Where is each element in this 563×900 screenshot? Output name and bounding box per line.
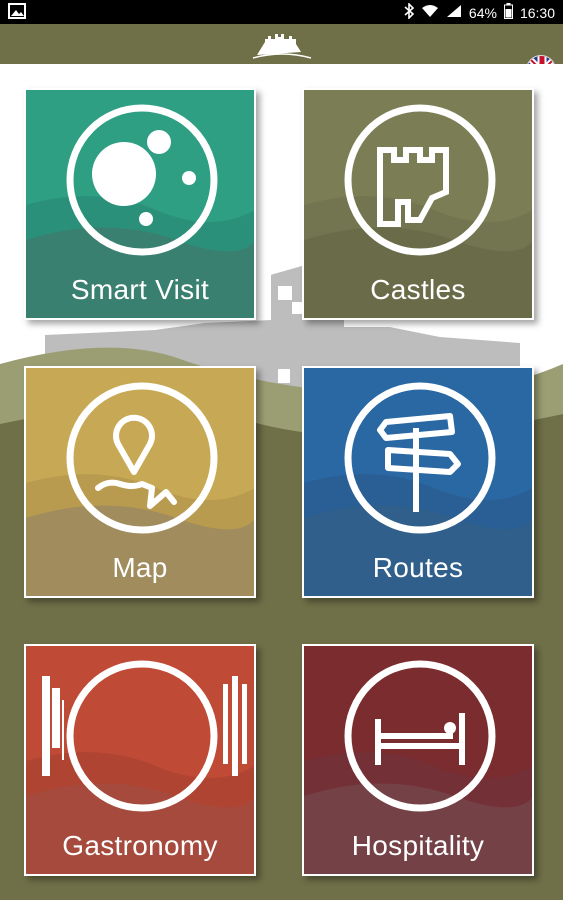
map-label: Map [112, 552, 168, 583]
plate-cutlery-icon [62, 660, 218, 812]
signpost-icon [344, 382, 496, 534]
hospitality-label: Hospitality [351, 830, 485, 861]
castles-tile[interactable]: Castles [302, 88, 534, 320]
castles-label: Castles [370, 274, 466, 305]
castle-logo-icon [251, 30, 313, 65]
gastronomy-label: Gastronomy [62, 830, 218, 861]
signal-icon [446, 4, 462, 21]
map-pin-icon [66, 382, 218, 534]
smart-visit-label: Smart Visit [70, 274, 210, 305]
app-bar [0, 24, 563, 85]
time: 16:30 [519, 4, 555, 21]
map-tile[interactable]: Map [24, 366, 256, 598]
fork-icon [223, 676, 247, 776]
smart-visit-bubbles-icon [66, 104, 218, 256]
bluetooth-icon [404, 2, 415, 22]
main-menu: Smart Visit Castles Map Routes Gastronom… [0, 64, 563, 900]
routes-label: Routes [372, 552, 464, 583]
routes-tile[interactable]: Routes [302, 366, 534, 598]
battery-percent: 64% [468, 4, 497, 21]
gallery-notification-icon [8, 3, 26, 22]
castle-tower-icon [344, 104, 496, 256]
hospitality-tile[interactable]: Hospitality [302, 644, 534, 876]
status-bar: 64% 16:30 [0, 0, 563, 24]
wifi-icon [421, 4, 439, 21]
gastronomy-tile[interactable]: Gastronomy [24, 644, 256, 876]
battery-icon [503, 3, 513, 22]
smart-visit-tile[interactable]: Smart Visit [24, 88, 256, 320]
bed-icon [344, 660, 496, 812]
knife-icon [42, 676, 60, 776]
